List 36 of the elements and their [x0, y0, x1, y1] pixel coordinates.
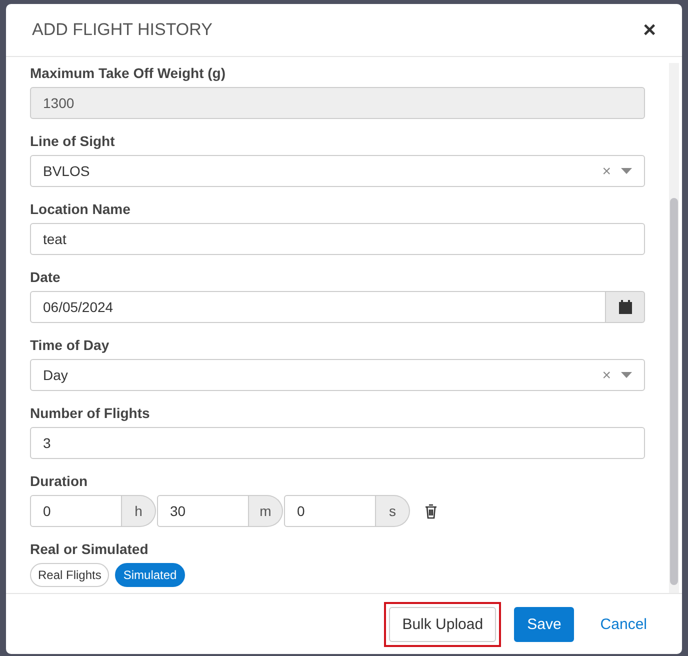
- clear-button[interactable]: ×: [602, 366, 611, 384]
- field-label: Time of Day: [30, 337, 110, 353]
- field-label: Real or Simulated: [30, 541, 150, 557]
- select-value: Day: [43, 367, 68, 383]
- trash-icon[interactable]: [425, 504, 437, 518]
- field-label: Location Name: [30, 201, 132, 217]
- text-field[interactable]: teat: [30, 223, 645, 255]
- select-field[interactable]: Day ×: [30, 359, 645, 391]
- date-field[interactable]: 06/05/2024: [30, 291, 606, 323]
- duration-field[interactable]: 0: [284, 495, 376, 527]
- cancel-link[interactable]: Cancel: [588, 608, 659, 640]
- toggle-pill[interactable]: Real Flights: [30, 563, 110, 587]
- caret-icon: [621, 372, 632, 378]
- toggle-pill[interactable]: Simulated: [115, 563, 185, 587]
- calendar-button[interactable]: [606, 291, 645, 323]
- scrollbar[interactable]: [669, 63, 679, 593]
- dialog-title: ADD FLIGHT HISTORY: [32, 20, 212, 40]
- select-field[interactable]: BVLOS ×: [30, 155, 645, 187]
- field-label: Date: [30, 269, 62, 285]
- duration-field[interactable]: 0: [30, 495, 122, 527]
- caret-icon: [621, 168, 632, 174]
- select-value: BVLOS: [43, 163, 90, 179]
- field-label: Maximum Take Off Weight (g): [30, 65, 226, 81]
- text-field[interactable]: 3: [30, 427, 645, 459]
- unit-label: s: [376, 495, 410, 527]
- action-button[interactable]: Save: [514, 606, 574, 642]
- action-button[interactable]: Bulk Upload: [389, 606, 496, 642]
- unit-label: h: [122, 495, 156, 527]
- unit-label: m: [249, 495, 283, 527]
- close-button[interactable]: ×: [643, 17, 656, 43]
- field-label: Line of Sight: [30, 133, 116, 149]
- field-label: Number of Flights: [30, 405, 151, 421]
- calendar-icon: [618, 300, 632, 314]
- duration-field[interactable]: 30: [157, 495, 249, 527]
- field-label: Duration: [30, 473, 89, 489]
- clear-button[interactable]: ×: [602, 162, 611, 180]
